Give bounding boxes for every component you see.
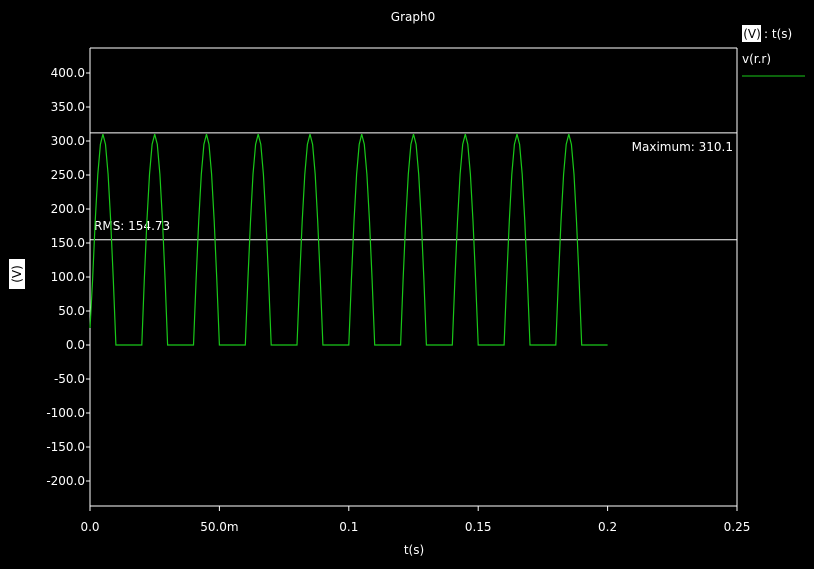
y-tick-label: -150.0 <box>46 440 85 454</box>
x-tick-label: 0.0 <box>80 520 99 534</box>
legend-axis-unit: (V) <box>743 27 761 41</box>
y-tick-label: 150.0 <box>51 236 85 250</box>
chart: Graph0 400.0 350.0 300.0 250.0 200.0 150.0 100… <box>0 0 814 569</box>
y-tick-label: 400.0 <box>51 66 85 80</box>
x-tick-label: 50.0m <box>200 520 238 534</box>
legend-series-name: v(r.r) <box>742 52 771 66</box>
y-tick-label: -100.0 <box>46 406 85 420</box>
y-tick-label: 300.0 <box>51 134 85 148</box>
annotation-rms-label: RMS: 154.73 <box>94 219 170 233</box>
y-tick-label: 0.0 <box>66 338 85 352</box>
x-tick-label: 0.25 <box>724 520 751 534</box>
y-tick-label: -200.0 <box>46 474 85 488</box>
x-tick-label: 0.15 <box>465 520 492 534</box>
chart-title: Graph0 <box>391 10 435 24</box>
x-axis-label: t(s) <box>404 543 424 557</box>
x-tick-label: 0.1 <box>339 520 358 534</box>
y-tick-label: 50.0 <box>58 304 85 318</box>
y-axis-label-text: (V) <box>10 265 24 283</box>
y-tick-label: 200.0 <box>51 202 85 216</box>
y-tick-label: 100.0 <box>51 270 85 284</box>
annotation-maximum-label: Maximum: 310.1 <box>632 140 733 154</box>
legend-axis-var: : t(s) <box>764 27 792 41</box>
y-tick-label: 250.0 <box>51 168 85 182</box>
x-tick-label: 0.2 <box>598 520 617 534</box>
y-tick-label: 350.0 <box>51 100 85 114</box>
y-tick-label: -50.0 <box>54 372 85 386</box>
